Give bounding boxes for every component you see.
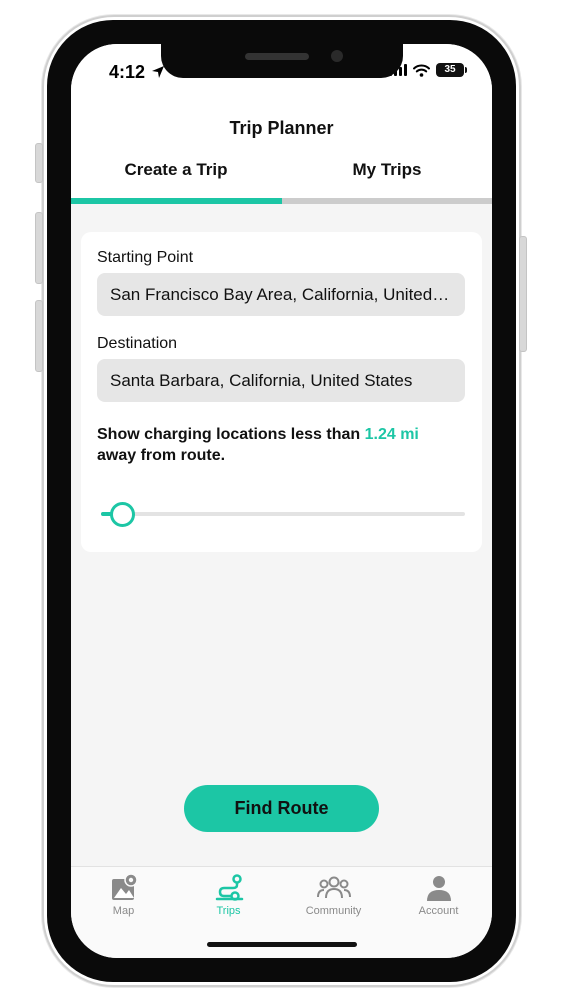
inactive-tab-indicator bbox=[282, 198, 492, 204]
nav-item-account[interactable]: Account bbox=[386, 873, 491, 917]
app-screen: 4:12 35 Trip Planner Create a Trip My Tr… bbox=[71, 44, 492, 958]
charging-suffix: away from route. bbox=[97, 447, 226, 464]
camera-notch bbox=[161, 44, 403, 78]
page-title: Trip Planner bbox=[229, 118, 334, 138]
nav-label-trips: Trips bbox=[216, 905, 241, 917]
starting-point-input[interactable]: San Francisco Bay Area, California, Unit… bbox=[97, 273, 465, 316]
active-tab-indicator bbox=[71, 198, 282, 204]
route-icon bbox=[215, 874, 243, 901]
wifi-icon bbox=[413, 64, 430, 77]
nav-item-community[interactable]: Community bbox=[281, 873, 386, 917]
destination-input[interactable]: Santa Barbara, California, United States bbox=[97, 359, 465, 402]
charging-distance-value: 1.24 mi bbox=[364, 426, 419, 443]
find-route-button[interactable]: Find Route bbox=[184, 785, 379, 832]
charging-prefix: Show charging locations less than bbox=[97, 426, 365, 443]
nav-label-account: Account bbox=[418, 905, 459, 917]
map-icon bbox=[111, 873, 138, 900]
trip-form-card: Starting Point San Francisco Bay Area, C… bbox=[81, 232, 482, 552]
status-time: 4:12 bbox=[109, 62, 146, 82]
volume-up-button bbox=[35, 212, 43, 284]
account-icon bbox=[426, 876, 451, 901]
battery-icon: 35 bbox=[436, 63, 467, 77]
location-arrow-icon bbox=[152, 66, 164, 78]
nav-item-trips[interactable]: Trips bbox=[176, 873, 281, 917]
home-indicator[interactable] bbox=[207, 942, 357, 947]
destination-label: Destination bbox=[97, 335, 178, 352]
distance-slider-track[interactable] bbox=[101, 512, 465, 516]
nav-label-community: Community bbox=[305, 905, 362, 917]
tab-create-trip[interactable]: Create a Trip bbox=[71, 160, 281, 180]
tab-my-trips[interactable]: My Trips bbox=[282, 160, 492, 180]
earpiece-speaker bbox=[245, 53, 309, 60]
nav-label-map: Map bbox=[112, 905, 135, 917]
front-camera bbox=[331, 50, 343, 62]
volume-down-button bbox=[35, 300, 43, 372]
silent-switch bbox=[35, 143, 43, 183]
nav-item-map[interactable]: Map bbox=[71, 873, 176, 917]
community-icon bbox=[316, 876, 351, 899]
app-header: 4:12 35 Trip Planner Create a Trip My Tr… bbox=[71, 44, 492, 204]
charging-distance-text: Show charging locations less than 1.24 m… bbox=[97, 424, 457, 466]
distance-slider-thumb[interactable] bbox=[110, 502, 136, 527]
power-button bbox=[519, 236, 527, 352]
starting-point-label: Starting Point bbox=[97, 249, 194, 266]
